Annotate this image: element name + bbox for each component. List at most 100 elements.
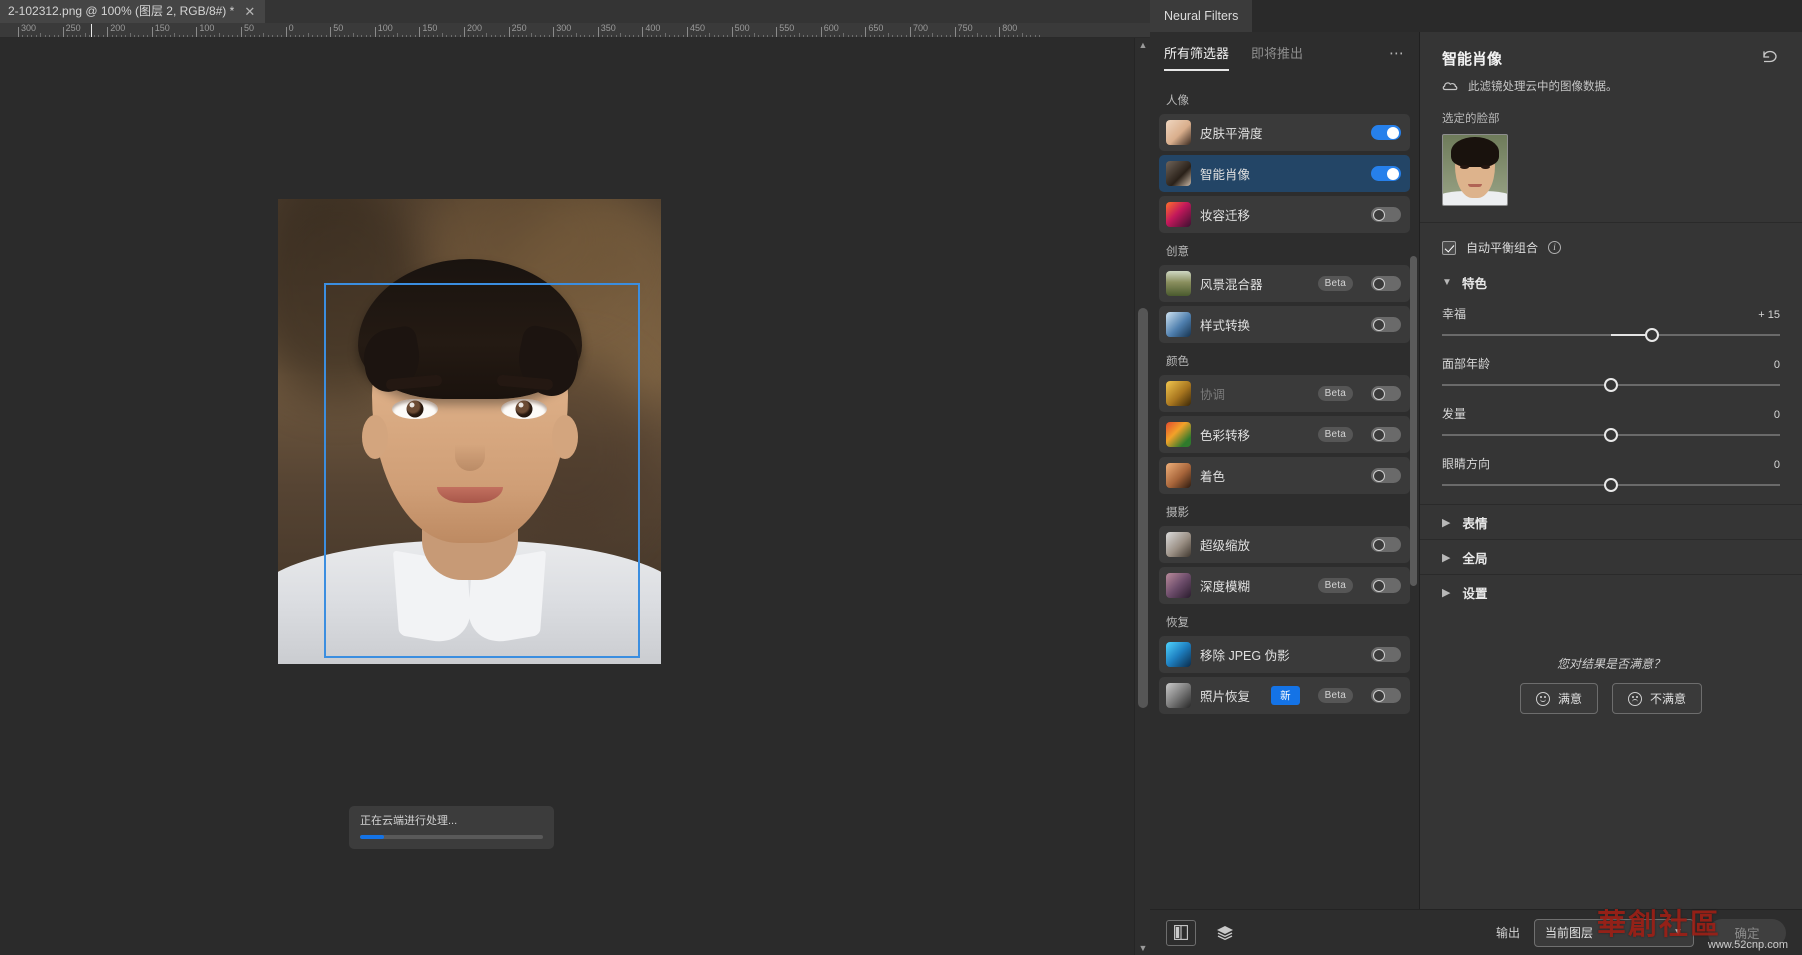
output-select[interactable]: 当前图层 ▼ xyxy=(1534,918,1694,947)
tab-coming-soon[interactable]: 即将推出 xyxy=(1251,43,1303,65)
photoshop-window: 2-102312.png @ 100% (图层 2, RGB/8#) * ✕ 3… xyxy=(0,0,1802,955)
filter-toggle[interactable] xyxy=(1371,317,1401,332)
filter-toggle[interactable] xyxy=(1371,207,1401,222)
selected-face-thumbnail[interactable] xyxy=(1442,134,1508,206)
layers-icon[interactable] xyxy=(1210,920,1240,946)
layers-icon-svg xyxy=(1217,925,1233,940)
smiley-happy-icon xyxy=(1535,691,1550,706)
photo-restoration-thumb xyxy=(1166,683,1191,708)
ruler-tick xyxy=(374,27,376,37)
filter-list-item[interactable]: 色彩转移 Beta xyxy=(1159,416,1410,453)
ruler-tick xyxy=(865,27,867,37)
filter-toggle[interactable] xyxy=(1371,276,1401,291)
filter-list-item[interactable]: 着色 xyxy=(1159,457,1410,494)
image-canvas[interactable] xyxy=(278,199,661,664)
filter-list-scrollbar[interactable] xyxy=(1410,256,1417,586)
canvas-vertical-scrollbar[interactable]: ▲ ▼ xyxy=(1134,38,1150,955)
filter-toggle[interactable] xyxy=(1371,427,1401,442)
filter-list-item[interactable]: 移除 JPEG 伪影 xyxy=(1159,636,1410,673)
filter-list-item[interactable]: 样式转换 xyxy=(1159,306,1410,343)
ruler-tick xyxy=(553,27,555,37)
filter-list-item[interactable]: 协调 Beta xyxy=(1159,375,1410,412)
tab-neural-filters[interactable]: Neural Filters xyxy=(1150,0,1253,32)
slider-track[interactable] xyxy=(1442,478,1780,492)
filter-list-item[interactable]: 皮肤平滑度 xyxy=(1159,114,1410,151)
filter-toggle[interactable] xyxy=(1371,647,1401,662)
document-tab[interactable]: 2-102312.png @ 100% (图层 2, RGB/8#) * ✕ xyxy=(0,0,266,23)
filter-list-item[interactable]: 深度模糊 Beta xyxy=(1159,567,1410,604)
ruler-label: 100 xyxy=(199,23,215,33)
filter-list-item[interactable]: 妆容迁移 xyxy=(1159,196,1410,233)
slider-track[interactable] xyxy=(1442,328,1780,342)
ruler-label: 200 xyxy=(110,23,126,33)
smart-portrait-thumb xyxy=(1166,161,1191,186)
ruler-tick xyxy=(597,27,599,37)
filter-toggle[interactable] xyxy=(1371,386,1401,401)
slider-track[interactable] xyxy=(1442,378,1780,392)
slider-value[interactable]: + 15 xyxy=(1758,309,1780,321)
filter-list-column: 所有筛选器 即将推出 ⋯ 人像皮肤平滑度智能肖像妆容迁移创意风景混合器 Beta 样… xyxy=(1150,32,1420,909)
horizontal-ruler[interactable]: 300 250 200 150 100 50 0 50 100 150 200 250 300 350 40… xyxy=(0,23,1150,38)
auto-balance-checkbox[interactable] xyxy=(1442,240,1456,255)
filter-toggle[interactable] xyxy=(1371,537,1401,552)
slider-handle[interactable] xyxy=(1644,328,1659,342)
slider-value[interactable]: 0 xyxy=(1774,459,1780,471)
filter-list-item[interactable]: 超级缩放 xyxy=(1159,526,1410,563)
slider-handle[interactable] xyxy=(1604,478,1618,492)
chevron-right-icon: ▶ xyxy=(1442,586,1451,599)
section-header-features[interactable]: ▼ 特色 xyxy=(1442,273,1780,292)
filter-list-item[interactable]: 照片恢复 新 Beta xyxy=(1159,677,1410,714)
filter-category-label: 创意 xyxy=(1166,246,1189,258)
filter-toggle[interactable] xyxy=(1371,166,1401,181)
slider-handle[interactable] xyxy=(1604,378,1618,392)
slider-handle[interactable] xyxy=(1604,428,1618,442)
scrollbar-thumb[interactable] xyxy=(1138,308,1148,708)
canvas-viewport[interactable]: 正在云端进行处理... S 中 °, ✎ Ω ⌨ ▦ xyxy=(0,38,1150,955)
reset-icon[interactable] xyxy=(1761,48,1780,68)
filter-category-label: 颜色 xyxy=(1166,356,1189,368)
ruler-tick xyxy=(285,27,287,37)
ruler-tick xyxy=(731,27,733,37)
collapsed-section-row[interactable]: ▶ 设置 xyxy=(1420,574,1802,609)
ruler-label: 650 xyxy=(868,23,884,33)
collapsed-section-row[interactable]: ▶ 表情 xyxy=(1420,504,1802,539)
info-icon[interactable]: i xyxy=(1548,241,1562,254)
slider-track[interactable] xyxy=(1442,428,1780,442)
collapsed-sections: ▶ 表情 ▶ 全局 ▶ 设置 xyxy=(1420,504,1802,609)
ok-button-label: 确定 xyxy=(1734,927,1760,941)
ear-right xyxy=(551,415,578,459)
ear-left xyxy=(361,415,388,459)
filter-list-item[interactable]: 智能肖像 xyxy=(1159,155,1410,192)
ok-button[interactable]: 确定 xyxy=(1708,918,1786,947)
tab-label: Neural Filters xyxy=(1164,9,1239,23)
feedback-negative-button[interactable]: 不满意 xyxy=(1612,683,1703,714)
filter-list-scroll[interactable]: 人像皮肤平滑度智能肖像妆容迁移创意风景混合器 Beta 样式转换颜色协调 Beta 色彩… xyxy=(1150,76,1419,909)
neural-filters-panel: Neural Filters 所有筛选器 即将推出 ⋯ 人像皮肤平滑度智能肖像妆… xyxy=(1150,0,1802,955)
thumb-eye-left xyxy=(1460,165,1469,169)
scroll-up-icon[interactable]: ▲ xyxy=(1135,38,1151,52)
filter-toggle[interactable] xyxy=(1371,578,1401,593)
tab-all-filters[interactable]: 所有筛选器 xyxy=(1164,43,1230,71)
eye-left xyxy=(392,399,438,419)
slider-label-row: 眼睛方向 0 xyxy=(1442,455,1780,472)
filter-toggle[interactable] xyxy=(1371,125,1401,140)
slider-value[interactable]: 0 xyxy=(1774,359,1780,371)
collapsed-section-row[interactable]: ▶ 全局 xyxy=(1420,539,1802,574)
split-preview-icon[interactable] xyxy=(1166,919,1196,946)
auto-balance-row[interactable]: 自动平衡组合 i xyxy=(1442,239,1780,256)
close-icon[interactable]: ✕ xyxy=(244,0,255,23)
filter-list-item[interactable]: 风景混合器 Beta xyxy=(1159,265,1410,302)
scroll-down-icon[interactable]: ▼ xyxy=(1135,941,1151,955)
filter-toggle[interactable] xyxy=(1371,468,1401,483)
section-title-features: 特色 xyxy=(1462,277,1488,291)
beta-badge: Beta xyxy=(1317,578,1353,593)
tab-coming-soon-label: 即将推出 xyxy=(1251,46,1304,61)
filter-toggle[interactable] xyxy=(1371,688,1401,703)
slider-value[interactable]: 0 xyxy=(1774,409,1780,421)
slider-label: 幸福 xyxy=(1442,307,1467,321)
toggle-knob xyxy=(1373,387,1385,400)
filter-category-label: 人像 xyxy=(1166,95,1189,107)
feedback-positive-button[interactable]: 满意 xyxy=(1519,683,1598,714)
toggle-knob xyxy=(1387,167,1399,180)
kebab-menu-icon[interactable]: ⋯ xyxy=(1389,46,1405,61)
